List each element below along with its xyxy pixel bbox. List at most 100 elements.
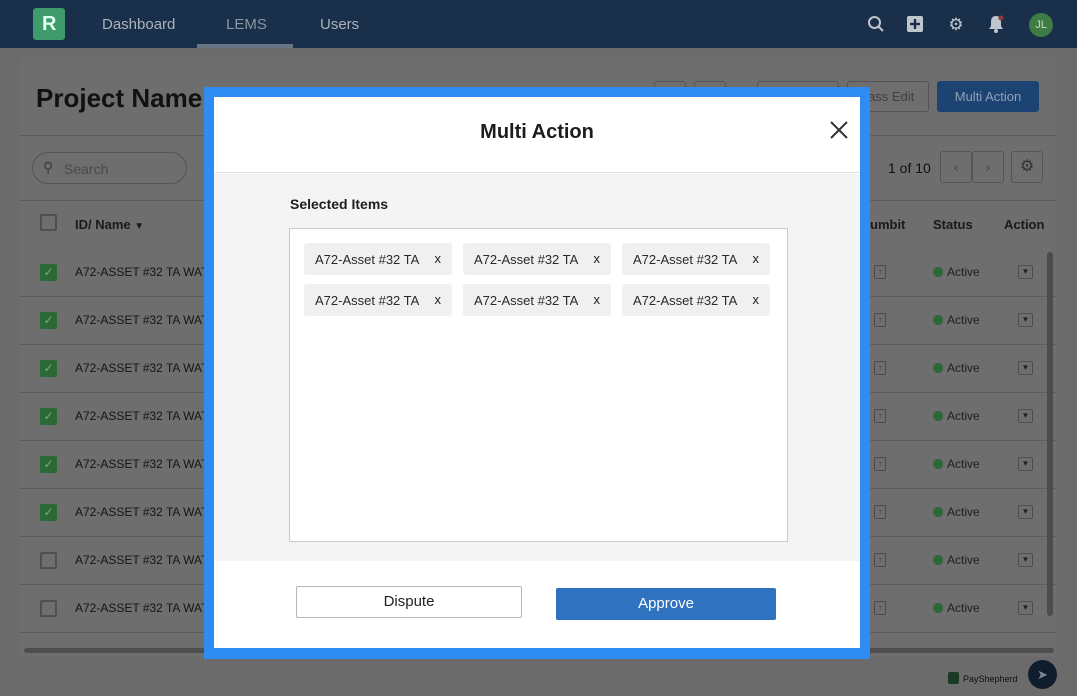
row-name[interactable]: A72-ASSET #32 TA WAT: [75, 553, 208, 567]
plus-square-icon[interactable]: [905, 15, 925, 35]
app-logo[interactable]: R: [33, 8, 65, 40]
vertical-scrollbar[interactable]: [1047, 252, 1053, 616]
row-action-dropdown[interactable]: ▼: [1018, 601, 1033, 615]
dispute-button[interactable]: Dispute: [296, 586, 522, 618]
row-name[interactable]: A72-ASSET #32 TA WAT: [75, 313, 208, 327]
gear-icon[interactable]: ⚙: [946, 15, 966, 35]
submit-icon[interactable]: ↑: [874, 505, 886, 519]
status-badge: Active: [933, 457, 980, 471]
select-all-checkbox[interactable]: [40, 214, 57, 231]
page-title: Project Name: [36, 83, 203, 113]
avatar[interactable]: JL: [1029, 13, 1053, 37]
row-checkbox[interactable]: ✓: [40, 408, 57, 425]
modal-title: Multi Action: [480, 121, 594, 143]
submit-icon[interactable]: ↑: [874, 457, 886, 471]
status-badge: Active: [933, 409, 980, 423]
search-icon[interactable]: [866, 15, 886, 35]
row-name[interactable]: A72-ASSET #32 TA WAT: [75, 505, 208, 519]
submit-icon[interactable]: ↑: [874, 553, 886, 567]
multi-action-button[interactable]: Multi Action: [937, 81, 1039, 112]
status-dot-icon: [933, 267, 943, 277]
chip-label: A72-Asset #32 TA: [474, 252, 579, 267]
active-nav-indicator: [197, 44, 293, 48]
status-badge: Active: [933, 601, 980, 615]
modal-header: Multi Action: [214, 97, 860, 173]
search-input[interactable]: ⚲ Search: [32, 152, 187, 184]
nav-link-lems[interactable]: LEMS: [226, 16, 267, 33]
remove-chip-icon[interactable]: x: [435, 251, 442, 266]
table-settings-icon[interactable]: ⚙: [1011, 151, 1043, 183]
selected-item-chip: A72-Asset #32 TA x: [622, 243, 770, 275]
bell-icon[interactable]: [986, 15, 1006, 35]
status-badge: Active: [933, 505, 980, 519]
remove-chip-icon[interactable]: x: [753, 251, 760, 266]
column-header-action: Action: [1004, 217, 1045, 232]
status-dot-icon: [933, 507, 943, 517]
brand-logo-icon: [948, 672, 959, 684]
close-icon[interactable]: [828, 119, 850, 141]
row-action-dropdown[interactable]: ▼: [1018, 505, 1033, 519]
row-checkbox[interactable]: ✓: [40, 504, 57, 521]
search-icon: ⚲: [43, 159, 54, 175]
row-checkbox[interactable]: ✓: [40, 264, 57, 281]
approve-button[interactable]: Approve: [556, 588, 776, 620]
row-action-dropdown[interactable]: ▼: [1018, 409, 1033, 423]
submit-icon[interactable]: ↑: [874, 265, 886, 279]
chip-label: A72-Asset #32 TA: [633, 252, 738, 267]
row-checkbox[interactable]: [40, 552, 57, 569]
row-action-dropdown[interactable]: ▼: [1018, 313, 1033, 327]
selected-item-chip: A72-Asset #32 TA x: [463, 243, 611, 275]
selected-item-chip: A72-Asset #32 TA x: [304, 243, 452, 275]
row-name[interactable]: A72-ASSET #32 TA WAT: [75, 457, 208, 471]
chip-label: A72-Asset #32 TA: [315, 293, 420, 308]
send-icon[interactable]: ➤: [1028, 660, 1057, 689]
submit-icon[interactable]: ↑: [874, 409, 886, 423]
multi-action-modal: Multi Action Selected Items A72-Asset #3…: [214, 97, 860, 648]
selected-items-box: A72-Asset #32 TA x A72-Asset #32 TA x A72-As…: [289, 228, 788, 542]
row-name[interactable]: A72-ASSET #32 TA WAT: [75, 409, 208, 423]
selected-item-chip: A72-Asset #32 TA x: [304, 284, 452, 316]
submit-icon[interactable]: ↑: [874, 361, 886, 375]
chip-label: A72-Asset #32 TA: [315, 252, 420, 267]
status-badge: Active: [933, 553, 980, 567]
row-action-dropdown[interactable]: ▼: [1018, 553, 1033, 567]
row-checkbox[interactable]: ✓: [40, 312, 57, 329]
status-badge: Active: [933, 265, 980, 279]
prev-page-button[interactable]: ‹: [940, 151, 972, 183]
logo-letter: R: [42, 13, 57, 35]
status-dot-icon: [933, 363, 943, 373]
row-action-dropdown[interactable]: ▼: [1018, 265, 1033, 279]
column-header-status: Status: [933, 217, 973, 232]
status-dot-icon: [933, 315, 943, 325]
remove-chip-icon[interactable]: x: [435, 292, 442, 307]
status-dot-icon: [933, 555, 943, 565]
row-name[interactable]: A72-ASSET #32 TA WAT: [75, 601, 208, 615]
pager-label: 1 of 10: [888, 160, 931, 176]
chip-label: A72-Asset #32 TA: [474, 293, 579, 308]
modal-body: Selected Items A72-Asset #32 TA x A72-Asse…: [214, 174, 860, 561]
row-checkbox[interactable]: ✓: [40, 456, 57, 473]
chip-label: A72-Asset #32 TA: [633, 293, 738, 308]
remove-chip-icon[interactable]: x: [594, 292, 601, 307]
nav-link-dashboard[interactable]: Dashboard: [102, 16, 175, 33]
row-name[interactable]: A72-ASSET #32 TA WAT: [75, 265, 208, 279]
column-header-submit[interactable]: umbit: [870, 217, 905, 232]
selected-item-chip: A72-Asset #32 TA x: [622, 284, 770, 316]
remove-chip-icon[interactable]: x: [594, 251, 601, 266]
status-badge: Active: [933, 361, 980, 375]
row-checkbox[interactable]: ✓: [40, 360, 57, 377]
status-dot-icon: [933, 603, 943, 613]
top-nav: R Dashboard LEMS Users ⚙ JL: [0, 0, 1077, 48]
row-name[interactable]: A72-ASSET #32 TA WAT: [75, 361, 208, 375]
nav-link-users[interactable]: Users: [320, 16, 359, 33]
column-header-id-name[interactable]: ID/ Name ▼: [75, 217, 144, 232]
submit-icon[interactable]: ↑: [874, 601, 886, 615]
remove-chip-icon[interactable]: x: [753, 292, 760, 307]
submit-icon[interactable]: ↑: [874, 313, 886, 327]
row-action-dropdown[interactable]: ▼: [1018, 361, 1033, 375]
brand-footer: PayShepherd: [948, 672, 1018, 684]
row-action-dropdown[interactable]: ▼: [1018, 457, 1033, 471]
row-checkbox[interactable]: [40, 600, 57, 617]
status-badge: Active: [933, 313, 980, 327]
next-page-button[interactable]: ›: [972, 151, 1004, 183]
